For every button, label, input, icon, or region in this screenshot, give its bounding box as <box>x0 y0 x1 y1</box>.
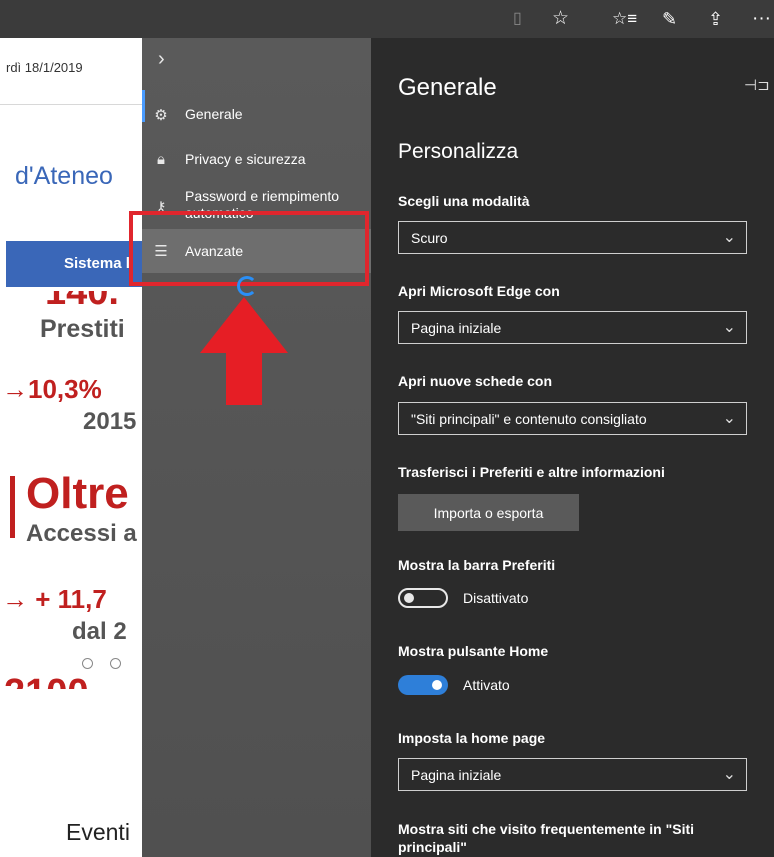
red-arrow-icon <box>200 297 288 405</box>
gear-icon: ⚙ <box>154 107 168 124</box>
stat-label: Prestiti <box>40 315 125 343</box>
pen-icon[interactable]: ✎ <box>662 0 677 38</box>
homepage-select[interactable]: Pagina iniziale ⌄ <box>398 758 747 791</box>
carousel-dot[interactable] <box>110 658 121 669</box>
reading-view-icon[interactable]: ▯ <box>513 0 522 38</box>
web-page-background: rdì 18/1/2019 d'Ateneo Sistema l 140. Pr… <box>0 38 142 857</box>
page-heading[interactable]: d'Ateneo <box>15 162 113 191</box>
select-value: "Siti principali" e contenuto consigliat… <box>411 411 647 427</box>
panel-title: Generale <box>398 74 497 101</box>
stat-sub: dal 2 <box>72 618 127 645</box>
chevron-right-icon[interactable]: › <box>158 48 165 71</box>
import-export-button[interactable]: Importa o esporta <box>398 494 579 531</box>
stat-accent-bar <box>10 476 15 538</box>
homepage-label: Imposta la home page <box>398 730 546 746</box>
select-value: Pagina iniziale <box>411 767 502 783</box>
chevron-down-icon: ⌄ <box>722 766 736 783</box>
new-tabs-select[interactable]: "Siti principali" e contenuto consigliat… <box>398 402 747 435</box>
highlight-box <box>129 211 369 286</box>
mode-label: Scegli una modalità <box>398 193 530 209</box>
date-bar: rdì 18/1/2019 <box>0 38 142 105</box>
home-button-toggle[interactable] <box>398 675 448 695</box>
stat-number: →10,3% <box>2 374 102 404</box>
mode-select[interactable]: Scuro ⌄ <box>398 221 747 254</box>
favorite-star-icon[interactable]: ☆ <box>552 0 569 38</box>
open-with-label: Apri Microsoft Edge con <box>398 283 560 299</box>
toggle-knob <box>432 680 442 690</box>
frequent-sites-label-line: principali" <box>398 839 467 855</box>
favorites-bar-label: Mostra la barra Preferiti <box>398 557 556 573</box>
events-heading[interactable]: Eventi <box>66 819 130 846</box>
nav-item-label: Generale <box>185 106 243 122</box>
page-nav-bar[interactable]: Sistema l <box>6 241 142 287</box>
nav-item-label-line: Password e riempimento <box>185 188 340 204</box>
stat-number: → + 11,7 <box>2 584 107 614</box>
frequent-sites-label: Mostra siti che visito frequentemente in… <box>398 820 694 856</box>
section-title: Personalizza <box>398 140 519 163</box>
share-icon[interactable]: ⇪ <box>708 0 723 38</box>
pin-icon[interactable]: ⊣⊐ <box>744 76 770 94</box>
stat-number: 2100 <box>4 672 89 714</box>
settings-panel: Generale ⊣⊐ Personalizza Scegli una moda… <box>371 38 774 857</box>
favorites-bar-toggle[interactable] <box>398 588 448 608</box>
transfer-label: Trasferisci i Preferiti e altre informaz… <box>398 464 665 480</box>
home-button-state: Attivato <box>463 677 510 693</box>
nav-item-generale[interactable]: ⚙ Generale <box>142 106 371 126</box>
stat-label: Accessi a <box>26 520 137 547</box>
nav-item-label: Privacy e sicurezza <box>185 151 306 167</box>
page-nav-label: Sistema l <box>64 255 130 272</box>
stat-number: Oltre <box>26 469 129 518</box>
nav-item-privacy[interactable]: 🔒︎ Privacy e sicurezza <box>142 151 371 171</box>
frequent-sites-label-line: Mostra siti che visito frequentemente in… <box>398 821 695 837</box>
more-icon[interactable]: ··· <box>752 0 771 38</box>
carousel-dot[interactable] <box>82 658 93 669</box>
chevron-down-icon: ⌄ <box>722 319 736 336</box>
home-button-label: Mostra pulsante Home <box>398 643 549 659</box>
browser-toolbar: ▯ ☆ ☆≡ ✎ ⇪ ··· <box>0 0 774 38</box>
favorites-list-icon[interactable]: ☆≡ <box>612 0 637 38</box>
open-with-select[interactable]: Pagina iniziale ⌄ <box>398 311 747 344</box>
new-tabs-label: Apri nuove schede con <box>398 373 553 389</box>
lock-icon: 🔒︎ <box>157 151 165 168</box>
chevron-down-icon: ⌄ <box>722 410 736 427</box>
date-text: rdì 18/1/2019 <box>6 60 83 75</box>
select-value: Pagina iniziale <box>411 320 502 336</box>
loading-spinner-icon <box>237 276 257 296</box>
settings-nav-pane: › ⚙ Generale 🔒︎ Privacy e sicurezza ⚷ Pa… <box>142 38 371 857</box>
chevron-down-icon: ⌄ <box>722 229 736 246</box>
toggle-knob <box>404 593 414 603</box>
stat-sub: 2015 <box>83 408 137 435</box>
select-value: Scuro <box>411 230 448 246</box>
favorites-bar-state: Disattivato <box>463 590 529 606</box>
